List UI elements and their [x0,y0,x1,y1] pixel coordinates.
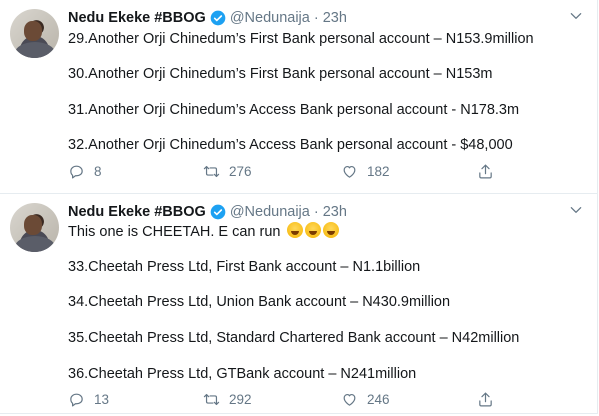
tweet-actions: 8 276 182 [68,163,498,183]
tweet-header: Nedu Ekeke #BBOG @Nedunaija · 23h [68,202,347,222]
tweet-line: 31.Another Orji Chinedum’s Access Bank p… [68,102,520,118]
chevron-down-icon[interactable] [569,203,583,217]
tweet-line: 30.Another Orji Chinedum’s First Bank pe… [68,66,493,82]
share-button[interactable] [477,391,503,408]
author-name[interactable]: Nedu Ekeke #BBOG [68,10,206,26]
tweet-line: 32.Another Orji Chinedum’s Access Bank p… [68,137,513,153]
reply-icon [70,165,83,179]
chevron-down-icon[interactable] [569,9,583,23]
share-button[interactable] [477,163,503,180]
tweet[interactable]: Nedu Ekeke #BBOG @Nedunaija · 23h This o… [0,193,597,416]
retweet-button[interactable]: 276 [203,163,252,180]
retweet-button[interactable]: 292 [203,391,252,408]
like-button[interactable]: 246 [341,391,390,408]
laughing-emoji-icon [286,222,303,238]
tweet-line: 35.Cheetah Press Ltd, Standard Chartered… [68,330,520,346]
tweet-intro-line: This one is CHEETAH. E can run [68,222,339,242]
author-name[interactable]: Nedu Ekeke #BBOG [68,204,206,220]
retweet-count: 276 [229,164,252,179]
reply-count: 13 [94,392,110,407]
separator-dot: · [313,204,319,220]
tweet-line: 34.Cheetah Press Ltd, Union Bank account… [68,294,451,310]
like-button[interactable]: 182 [341,163,390,180]
tweet-timestamp[interactable]: 23h [323,10,347,26]
tweet-line: 36.Cheetah Press Ltd, GTBank account – N… [68,366,417,382]
tweet-header: Nedu Ekeke #BBOG @Nedunaija · 23h [68,8,347,28]
heart-icon [343,393,356,406]
tweet-actions: 13 292 246 [68,391,498,411]
reply-count: 8 [94,164,102,179]
verified-badge-icon [210,204,226,220]
reply-icon [70,393,83,407]
share-icon [479,164,492,179]
verified-badge-icon [210,10,226,26]
author-handle[interactable]: @Nedunaija [230,10,310,26]
tweet-timestamp[interactable]: 23h [323,204,347,220]
timeline: Nedu Ekeke #BBOG @Nedunaija · 23h 29.Ano… [0,0,598,414]
retweet-icon [203,393,220,406]
separator-dot: · [313,10,319,26]
tweet[interactable]: Nedu Ekeke #BBOG @Nedunaija · 23h 29.Ano… [0,0,597,193]
laughing-emoji-icon [304,222,321,238]
reply-button[interactable]: 8 [68,163,102,180]
share-icon [479,392,492,407]
retweet-icon [203,165,220,178]
author-handle[interactable]: @Nedunaija [230,204,310,220]
tweet-line: 33.Cheetah Press Ltd, First Bank account… [68,259,421,275]
tweet-intro-text: This one is CHEETAH. E can run [68,224,281,240]
avatar[interactable] [10,203,59,252]
avatar[interactable] [10,9,59,58]
laughing-emoji-icon [322,222,339,238]
heart-icon [343,165,356,178]
retweet-count: 292 [229,392,252,407]
like-count: 246 [367,392,390,407]
like-count: 182 [367,164,390,179]
reply-button[interactable]: 13 [68,391,109,408]
tweet-line: 29.Another Orji Chinedum’s First Bank pe… [68,31,534,47]
